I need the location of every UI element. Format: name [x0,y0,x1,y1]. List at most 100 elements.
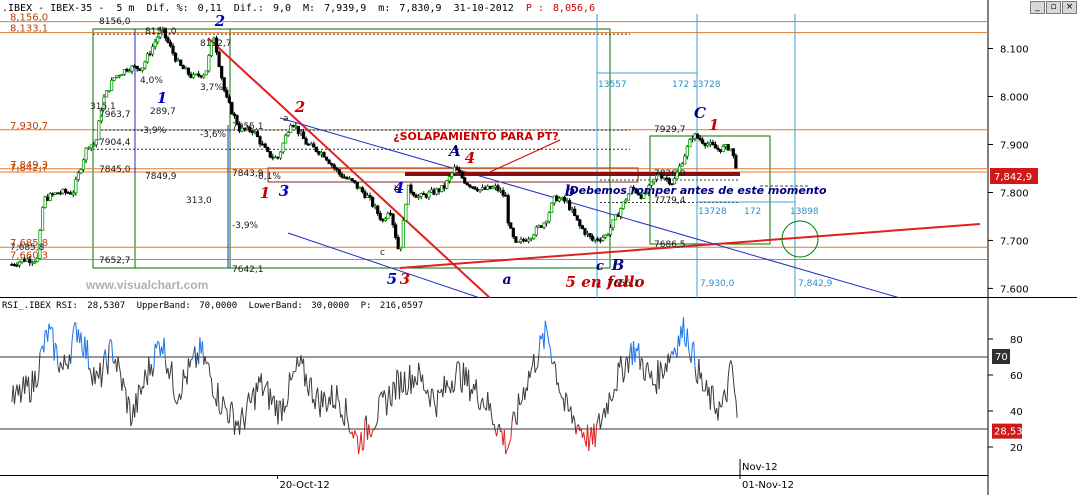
candle-up [89,144,93,149]
candle-down [181,65,185,70]
candle-down [225,89,229,98]
candle-up [486,185,490,190]
wave-annotation-label: C [694,104,706,122]
candle-up [516,241,521,243]
candle-down [332,164,336,169]
candle-down [363,191,367,198]
rsi-line-segment [423,389,426,392]
candle-up [542,222,546,228]
price-value: 8,056,6 [553,3,595,14]
wave-annotation-label: ¿SOLAPAMIENTO PARA PT? [393,130,559,143]
candle-down [524,239,528,242]
price-chart-panel[interactable]: 7.6007.7007.8007.9008.0008.100 8,156,08,… [0,0,1077,298]
candle-down [468,184,472,188]
candle-up [153,41,157,48]
close-button[interactable]: × [1062,1,1077,14]
candle-up [565,200,569,203]
candle-up [97,120,101,141]
candle-up [130,65,134,72]
candle-up [176,59,180,62]
candle-down [232,113,237,117]
candle-up [76,172,80,181]
candle-up [140,67,144,71]
candle-up [560,196,564,199]
candle-down [596,238,600,241]
price-label-text: 8156,0 [145,27,177,37]
candle-down [667,178,671,185]
candle-down [718,149,723,152]
price-label-text: 7826,0 [654,169,686,179]
candle-down [378,213,382,220]
candle-up [386,212,390,220]
candle-down [698,137,702,141]
candle-down [350,178,354,181]
price-label-text: 13898 [790,207,819,217]
candle-up [611,219,615,229]
candle-down [506,195,510,224]
price-label-text: 13557 [598,80,627,90]
candle-up [491,186,495,190]
candle-up [20,258,24,263]
candle-down [616,214,620,217]
price-label-text: 7686,5 [654,240,686,250]
candle-down [10,264,14,266]
price-axis-tick-label: 8.100 [1000,45,1029,56]
rsi-axis-tick-label: 80 [1010,335,1023,346]
price-label-text: 7845,0 [99,165,131,175]
price-label-text: 3,7% [200,83,223,93]
rsi-chart-panel[interactable]: 20 40 60 80 70 28,53 RSI_.IBEX RSI: 28,5307 … [0,298,1077,458]
candle-up [608,227,613,235]
candle-down [222,77,226,91]
candle-up [434,188,439,195]
price-label-text: -3,6% [200,130,227,140]
candle-up [399,246,403,250]
wave-annotation-label: 2 [294,98,305,116]
candle-up [53,192,57,195]
price-label-text: 4,0% [140,76,163,86]
watermark-text: www.visualchart.com [85,278,208,292]
candle-up [194,73,198,76]
candle-up [498,189,503,192]
price-label-text: 7955,1 [232,122,264,132]
candle-down [473,186,477,190]
candle-up [184,67,188,70]
candle-up [652,178,656,183]
candle-down [330,163,334,166]
candle-up [383,218,387,222]
rsi-upper-label: UpperBand: [137,301,191,311]
candle-up [404,203,408,221]
candle-down [263,143,267,148]
candle-up [319,152,324,155]
wave-annotation-label: 1 [260,184,270,202]
price-label-text: 7904,4 [99,138,131,148]
price-label-text: 7779,4 [654,196,686,206]
restore-button[interactable]: ▫ [1046,1,1061,14]
candle-down [475,188,480,192]
candle-down [220,66,224,79]
candle-down [342,176,347,179]
candle-down [345,176,349,180]
min-label: m: [378,3,390,14]
candle-down [539,225,544,228]
candle-down [501,189,505,196]
candle-up [529,237,533,240]
candle-up [122,68,127,75]
wave-annotation-label: 1 [157,89,167,107]
candle-up [127,70,132,73]
minimize-button[interactable]: _ [1030,1,1045,14]
candle-up [48,193,52,201]
candle-down [460,172,464,179]
candle-up [84,147,88,161]
price-label-text: 7,842,9 [798,279,833,289]
min-value: 7,830,9 [399,3,441,14]
candle-down [186,67,191,75]
candle-up [690,138,695,140]
interval-label: 5 m [116,3,134,14]
candle-up [527,238,531,242]
candle-down [583,228,587,235]
rsi-line-segment [652,384,655,386]
candle-down [276,156,280,159]
candle-down [355,182,359,189]
candle-down [258,136,262,145]
candle-up [284,134,288,144]
